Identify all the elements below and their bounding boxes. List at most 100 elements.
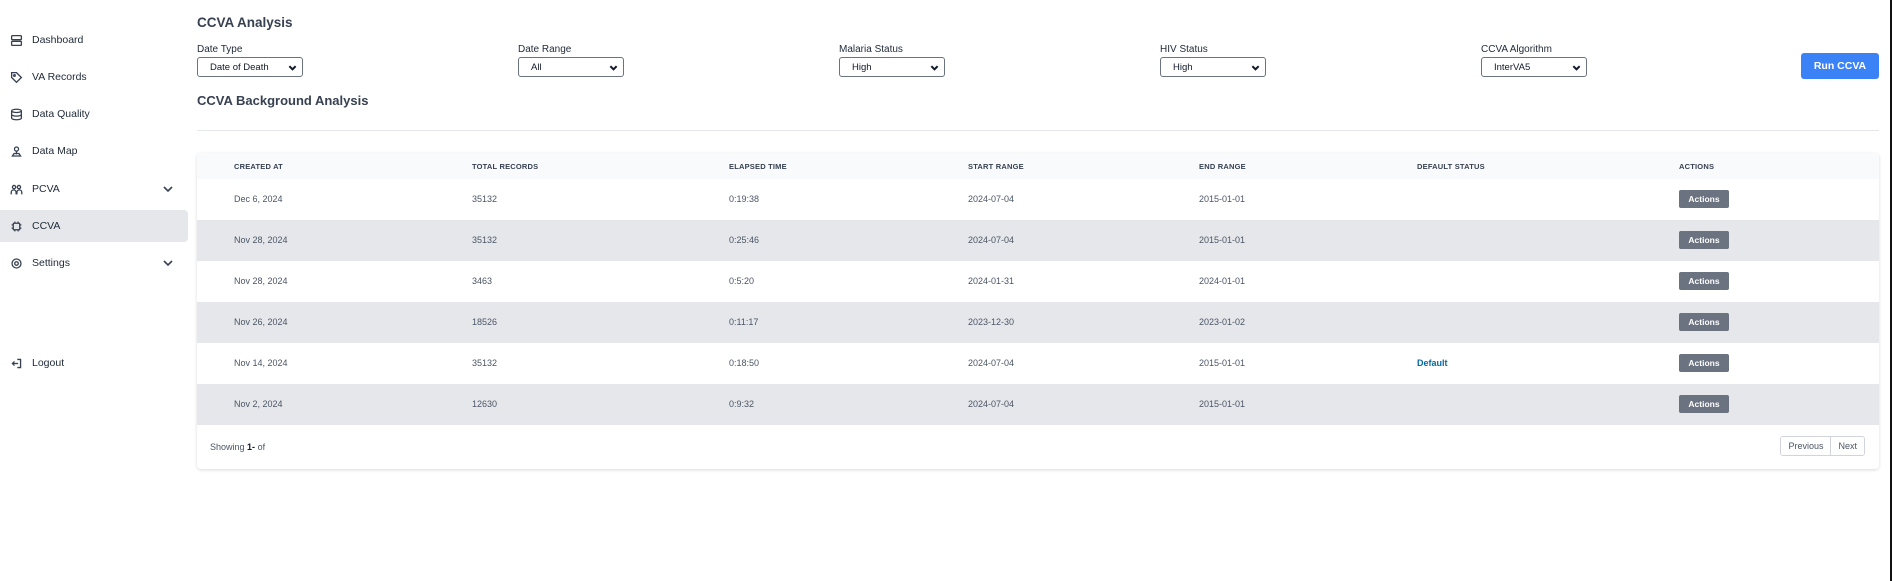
select-value: Date of Death [210, 62, 269, 73]
showing-range: 1- [247, 442, 256, 452]
filter-date-type: Date Type Date of Death [197, 44, 303, 77]
table-row: Nov 28, 2024 3463 0:5:20 2024-01-31 2024… [197, 261, 1879, 302]
filter-label: CCVA Algorithm [1481, 44, 1552, 55]
sidebar-item-label: Settings [32, 257, 70, 269]
cell-start-range: 2024-07-04 [968, 235, 1015, 245]
cell-created-at: Nov 14, 2024 [234, 358, 288, 368]
actions-button[interactable]: Actions [1679, 313, 1729, 331]
cell-end-range: 2023-01-02 [1199, 317, 1246, 327]
cell-end-range: 2015-01-01 [1199, 358, 1246, 368]
cell-total-records: 18526 [472, 317, 498, 327]
actions-button[interactable]: Actions [1679, 395, 1729, 413]
chip-icon [10, 220, 23, 233]
sidebar-item-label: CCVA [32, 220, 61, 232]
cell-total-records: 12630 [472, 399, 498, 409]
cell-start-range: 2024-07-04 [968, 358, 1015, 368]
cell-elapsed-time: 0:19:38 [729, 194, 760, 204]
users-icon [10, 183, 23, 196]
sidebar-item-label: VA Records [32, 71, 87, 83]
map-pin-icon [10, 145, 23, 158]
cell-elapsed-time: 0:11:17 [729, 317, 759, 327]
select-value: High [852, 62, 872, 73]
logout-icon [10, 357, 23, 370]
showing-of: of [257, 442, 266, 452]
filter-label: Date Range [518, 44, 572, 55]
run-ccva-button[interactable]: Run CCVA [1801, 53, 1879, 79]
cell-total-records: 35132 [472, 235, 498, 245]
hiv-status-select[interactable]: High [1160, 57, 1266, 77]
pagination: Previous Next [1780, 436, 1865, 456]
sidebar-item-label: PCVA [32, 183, 60, 195]
gear-icon [10, 257, 23, 270]
sidebar-item-dashboard[interactable]: Dashboard [0, 24, 188, 56]
next-page-button[interactable]: Next [1830, 437, 1864, 455]
showing-prefix: Showing [210, 442, 245, 452]
sidebar-item-label: Data Map [32, 145, 78, 157]
filter-hiv-status: HIV Status High [1160, 44, 1266, 77]
filter-ccva-algorithm: CCVA Algorithm InterVA5 [1481, 44, 1587, 77]
sidebar-item-settings[interactable]: Settings [0, 247, 188, 279]
sidebar-item-va-records[interactable]: VA Records [0, 61, 188, 93]
sidebar-item-label: Dashboard [32, 34, 84, 46]
select-value: All [531, 62, 542, 73]
column-header: END RANGE [1199, 162, 1246, 171]
analysis-table: CREATED AT TOTAL RECORDS ELAPSED TIME ST… [197, 153, 1879, 469]
table-row: Nov 26, 2024 18526 0:11:17 2023-12-30 20… [197, 302, 1879, 343]
sidebar-item-data-map[interactable]: Data Map [0, 135, 188, 167]
cell-start-range: 2023-12-30 [968, 317, 1015, 327]
divider [197, 130, 1879, 131]
chevron-down-icon [609, 63, 618, 72]
section-title: CCVA Background Analysis [197, 93, 369, 108]
cell-end-range: 2015-01-01 [1199, 399, 1246, 409]
tag-icon [10, 71, 23, 84]
chevron-down-icon[interactable] [162, 257, 174, 269]
logout-button[interactable]: Logout [0, 347, 188, 379]
filter-malaria-status: Malaria Status High [839, 44, 945, 77]
table-row: Nov 14, 2024 35132 0:18:50 2024-07-04 20… [197, 343, 1879, 384]
cell-start-range: 2024-01-31 [968, 276, 1015, 286]
cell-created-at: Nov 26, 2024 [234, 317, 288, 327]
date-type-select[interactable]: Date of Death [197, 57, 303, 77]
actions-button[interactable]: Actions [1679, 231, 1729, 249]
sidebar-item-data-quality[interactable]: Data Quality [0, 98, 188, 130]
chevron-down-icon [1251, 63, 1260, 72]
sidebar-item-ccva[interactable]: CCVA [0, 210, 188, 242]
cell-elapsed-time: 0:5:20 [729, 276, 755, 286]
date-range-select[interactable]: All [518, 57, 624, 77]
cell-total-records: 35132 [472, 358, 498, 368]
dashboard-icon [10, 34, 23, 47]
column-header: ELAPSED TIME [729, 162, 787, 171]
filter-label: Date Type [197, 44, 243, 55]
filter-date-range: Date Range All [518, 44, 624, 77]
ccva-algorithm-select[interactable]: InterVA5 [1481, 57, 1587, 77]
chevron-down-icon [288, 63, 297, 72]
cell-default-status: Default [1417, 358, 1448, 368]
cell-created-at: Nov 28, 2024 [234, 276, 288, 286]
cell-created-at: Nov 28, 2024 [234, 235, 288, 245]
main-content: CCVA Analysis Date Type Date of Death Da… [197, 0, 1879, 581]
column-header: DEFAULT STATUS [1417, 162, 1485, 171]
cell-start-range: 2024-07-04 [968, 399, 1015, 409]
malaria-status-select[interactable]: High [839, 57, 945, 77]
chevron-down-icon[interactable] [162, 183, 174, 195]
table-row: Dec 6, 2024 35132 0:19:38 2024-07-04 201… [197, 179, 1879, 220]
actions-button[interactable]: Actions [1679, 190, 1729, 208]
sidebar: Dashboard VA Records Data Quality Data M… [0, 0, 188, 581]
cell-elapsed-time: 0:9:32 [729, 399, 755, 409]
cell-elapsed-time: 0:18:50 [729, 358, 760, 368]
previous-page-button[interactable]: Previous [1781, 437, 1831, 455]
sidebar-item-pcva[interactable]: PCVA [0, 173, 188, 205]
page-title: CCVA Analysis [197, 15, 293, 30]
table-row: Nov 2, 2024 12630 0:9:32 2024-07-04 2015… [197, 384, 1879, 425]
select-value: High [1173, 62, 1193, 73]
cell-start-range: 2024-07-04 [968, 194, 1015, 204]
column-header: CREATED AT [234, 162, 283, 171]
select-value: InterVA5 [1494, 62, 1531, 73]
logout-label: Logout [32, 357, 65, 369]
database-icon [10, 108, 23, 121]
column-header: TOTAL RECORDS [472, 162, 539, 171]
cell-total-records: 3463 [472, 276, 493, 286]
actions-button[interactable]: Actions [1679, 354, 1729, 372]
cell-created-at: Nov 2, 2024 [234, 399, 283, 409]
actions-button[interactable]: Actions [1679, 272, 1729, 290]
